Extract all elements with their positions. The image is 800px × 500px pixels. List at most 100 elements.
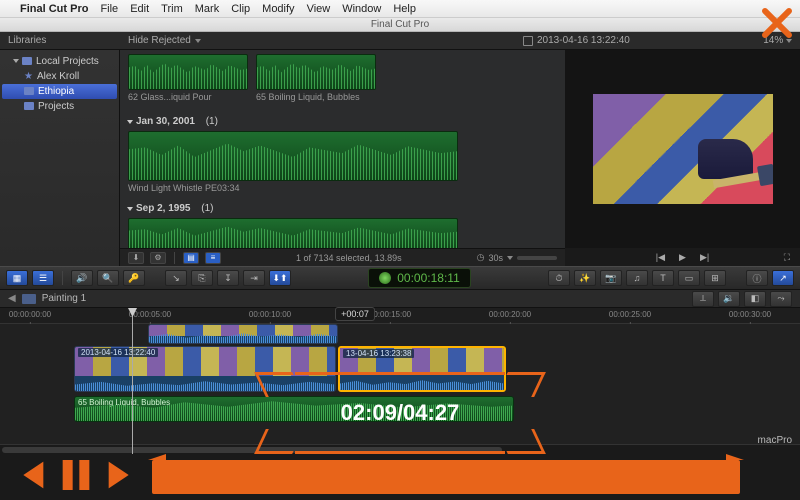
connect-clip-button[interactable]: ⎘ xyxy=(191,270,213,286)
volume-button[interactable]: 🔊 xyxy=(71,270,93,286)
retime-button[interactable]: ⏱ xyxy=(548,270,570,286)
record-indicator-icon xyxy=(379,272,391,284)
menu-mark[interactable]: Mark xyxy=(195,3,219,15)
search-button[interactable]: 🔍 xyxy=(97,270,119,286)
sidebar-item-projects[interactable]: Projects xyxy=(0,99,119,114)
share-button[interactable]: ↗ xyxy=(772,270,794,286)
project-icon xyxy=(22,294,36,304)
playhead[interactable] xyxy=(132,308,133,454)
prev-frame-button[interactable]: |◀ xyxy=(656,252,665,263)
select-tool-button[interactable]: ▦ xyxy=(6,270,28,286)
trim-tool-button[interactable]: ☰ xyxy=(32,270,54,286)
arrow-tool-button[interactable]: ↘ xyxy=(165,270,187,286)
next-track-button[interactable] xyxy=(102,455,142,500)
viewer-title: 2013-04-16 13:22:40 xyxy=(537,35,630,46)
music-browser-button[interactable]: ♫ xyxy=(626,270,648,286)
progress-bar[interactable] xyxy=(152,460,740,494)
viewer-panel: |◀ ▶ ▶| ⛶ xyxy=(565,50,800,266)
offset-flag: +00:07 xyxy=(335,307,375,321)
menu-window[interactable]: Window xyxy=(342,3,381,15)
sidebar-item-ethiopia[interactable]: Ethiopia xyxy=(2,84,117,99)
menu-file[interactable]: File xyxy=(100,3,118,15)
skimming-button[interactable]: ⟂ xyxy=(692,291,714,307)
preview-image[interactable] xyxy=(565,50,800,248)
insert-clip-button[interactable]: ↧ xyxy=(217,270,239,286)
filmstrip-view-button[interactable]: ▤ xyxy=(183,252,199,264)
settings-gear-icon[interactable]: ⚙ xyxy=(150,252,166,264)
skip-forward-icon xyxy=(102,455,142,495)
clip-browser: 62 Glass...iquid Pour 65 Boiling Liquid,… xyxy=(120,50,565,266)
selection-status: 1 of 7134 selected, 13.89s xyxy=(296,253,402,263)
clip-label: 62 Glass...iquid Pour xyxy=(128,90,248,108)
snapping-button[interactable]: ⤳ xyxy=(770,291,792,307)
hide-rejected-label: Hide Rejected xyxy=(128,35,191,46)
pause-button[interactable] xyxy=(56,455,96,500)
menu-modify[interactable]: Modify xyxy=(262,3,294,15)
window-title: Final Cut Pro xyxy=(0,18,800,32)
event-icon xyxy=(24,102,34,110)
app-name[interactable]: Final Cut Pro xyxy=(20,3,88,15)
ruler-tick: 00:00:10:00 xyxy=(249,310,291,319)
date-section-header[interactable]: Jan 30, 2001 (1) xyxy=(128,112,557,131)
library-icon xyxy=(22,57,32,65)
timeline-ruler[interactable]: 00:00:00:00 00:00:05:00 00:00:10:00 00:0… xyxy=(0,308,800,324)
previous-track-button[interactable] xyxy=(10,455,50,500)
sidebar-item-alex-kroll[interactable]: ★Alex Kroll xyxy=(0,69,119,84)
playback-time-display: 02:09/04:27 xyxy=(260,394,540,432)
play-button[interactable]: ▶ xyxy=(679,252,686,263)
audio-clip-thumb[interactable] xyxy=(128,131,458,181)
duration-slider-label: 30s xyxy=(488,253,503,263)
audio-clip-thumb[interactable] xyxy=(256,54,376,90)
import-button[interactable]: ⬇ xyxy=(128,252,144,264)
timecode-display[interactable]: 00:00:18:11 xyxy=(368,268,471,288)
star-icon: ★ xyxy=(24,71,34,82)
audio-clip-thumb[interactable] xyxy=(128,54,248,90)
libraries-header: Libraries xyxy=(0,35,120,46)
menu-trim[interactable]: Trim xyxy=(161,3,183,15)
chevron-down-icon xyxy=(507,256,513,260)
viewer-select-icon[interactable] xyxy=(523,36,533,46)
next-frame-button[interactable]: ▶| xyxy=(700,252,709,263)
photos-browser-button[interactable]: 📷 xyxy=(600,270,622,286)
browser-filter[interactable]: Hide Rejected xyxy=(120,35,515,46)
menu-help[interactable]: Help xyxy=(393,3,416,15)
sidebar-item-local-projects[interactable]: Local Projects xyxy=(0,54,119,69)
list-view-button[interactable]: ≡ xyxy=(205,252,221,264)
date-section-header[interactable]: Sep 2, 1995 (1) xyxy=(128,199,557,218)
brand-watermark: macPro xyxy=(754,435,792,446)
titles-browser-button[interactable]: T xyxy=(652,270,674,286)
generators-browser-button[interactable]: ▭ xyxy=(678,270,700,286)
fullscreen-button[interactable]: ⛶ xyxy=(784,252,790,263)
center-toolbar: ▦ ☰ 🔊 🔍 🔑 ↘ ⎘ ↧ ⇥ ⬇⬆ 00:00:18:11 ⏱ ✨ 📷 ♫… xyxy=(0,266,800,290)
solo-button[interactable]: ◧ xyxy=(744,291,766,307)
panel-header-row: Libraries Hide Rejected 2013-04-16 13:22… xyxy=(0,32,800,50)
timeline-back-button[interactable]: ◀ xyxy=(8,293,16,304)
close-overlay-button[interactable] xyxy=(756,2,798,44)
inspector-button[interactable]: ⓘ xyxy=(746,270,768,286)
thumbnail-size-slider[interactable] xyxy=(517,256,557,260)
pause-icon xyxy=(56,455,96,495)
menu-clip[interactable]: Clip xyxy=(231,3,250,15)
menu-edit[interactable]: Edit xyxy=(130,3,149,15)
menu-view[interactable]: View xyxy=(307,3,331,15)
libraries-sidebar: Local Projects ★Alex Kroll Ethiopia Proj… xyxy=(0,50,120,266)
mac-menubar: Final Cut Pro File Edit Trim Mark Clip M… xyxy=(0,0,800,18)
event-icon xyxy=(24,87,34,95)
timeline-header: ◀ Painting 1 ⟂ 🔉 ◧ ⤳ xyxy=(0,290,800,308)
ruler-tick: 00:00:15:00 xyxy=(369,310,411,319)
enhance-button[interactable]: ✨ xyxy=(574,270,596,286)
chevron-down-icon xyxy=(195,39,201,43)
clip-label: Wind Light Whistle PE03:34 xyxy=(128,181,557,199)
audio-clip-thumb[interactable] xyxy=(128,218,458,252)
append-clip-button[interactable]: ⇥ xyxy=(243,270,265,286)
skip-back-icon xyxy=(10,455,50,495)
connected-clip[interactable] xyxy=(148,324,338,344)
clip-label: 65 Boiling Liquid, Bubbles xyxy=(256,90,376,108)
clock-icon: ◷ xyxy=(477,252,485,263)
keyword-button[interactable]: 🔑 xyxy=(123,270,145,286)
overwrite-clip-button[interactable]: ⬇⬆ xyxy=(269,270,291,286)
ruler-tick: 00:00:00:00 xyxy=(9,310,51,319)
disclosure-triangle-icon xyxy=(127,120,133,124)
themes-browser-button[interactable]: ⊞ xyxy=(704,270,726,286)
audio-skimming-button[interactable]: 🔉 xyxy=(718,291,740,307)
